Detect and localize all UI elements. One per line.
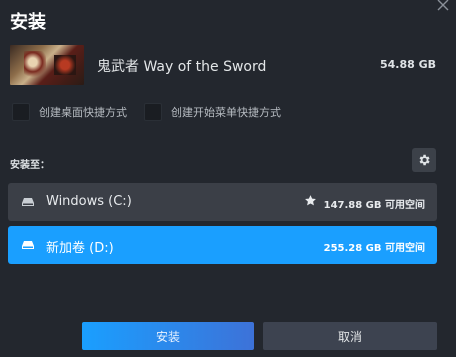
cancel-button[interactable]: 取消	[263, 322, 437, 350]
game-name: 鬼武者 Way of the Sword	[97, 59, 267, 75]
game-size: 54.88 GB	[379, 58, 436, 71]
start-menu-shortcut-option[interactable]: 创建开始菜单快捷方式	[144, 103, 281, 121]
star-icon	[305, 195, 316, 206]
game-info: 鬼武者 Way of the Sword 54.88 GB	[10, 45, 436, 85]
start-menu-shortcut-checkbox[interactable]	[144, 103, 162, 121]
gear-icon	[419, 154, 430, 166]
desktop-shortcut-label: 创建桌面快捷方式	[39, 106, 127, 119]
drive-option-d[interactable]: 新加卷 (D:) 255.28 GB 可用空间	[8, 226, 437, 264]
drive-name: 新加卷 (D:)	[46, 241, 114, 256]
drive-icon	[22, 198, 34, 206]
drive-free-space: 255.28 GB 可用空间	[323, 243, 425, 254]
desktop-shortcut-checkbox[interactable]	[12, 103, 30, 121]
game-cover-image	[10, 45, 84, 85]
drive-free-space: 147.88 GB 可用空间	[323, 200, 425, 211]
close-icon[interactable]	[436, 0, 450, 11]
dialog-title: 安装	[10, 12, 46, 33]
drive-option-c[interactable]: Windows (C:) 147.88 GB 可用空间	[8, 183, 437, 221]
drive-icon	[22, 241, 34, 249]
install-to-label: 安装至：	[10, 160, 50, 171]
desktop-shortcut-option[interactable]: 创建桌面快捷方式	[12, 103, 127, 121]
settings-button[interactable]	[412, 148, 436, 172]
drive-name: Windows (C:)	[46, 194, 132, 209]
start-menu-shortcut-label: 创建开始菜单快捷方式	[171, 106, 281, 119]
install-button[interactable]: 安装	[82, 322, 254, 350]
